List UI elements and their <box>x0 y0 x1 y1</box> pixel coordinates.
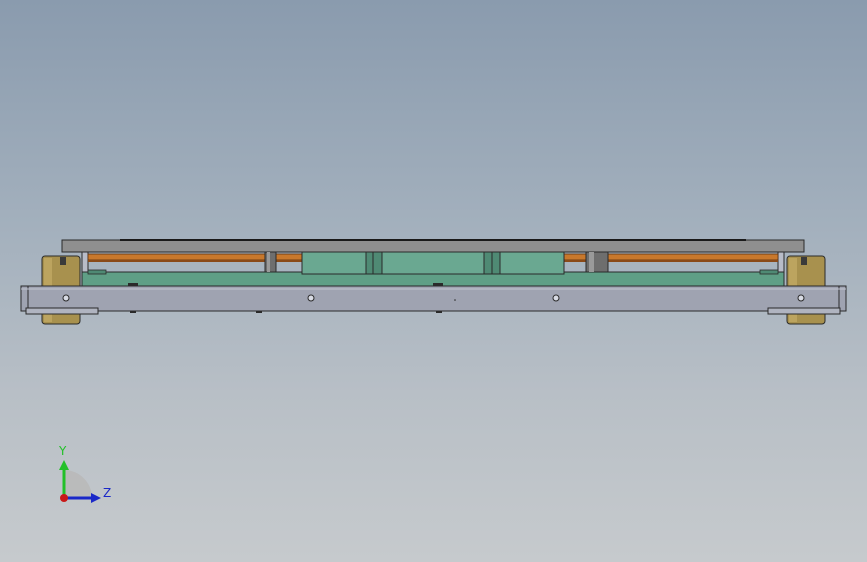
steel-pin-right[interactable] <box>585 251 609 273</box>
assembly-model[interactable] <box>20 239 847 325</box>
steel-pin-left[interactable] <box>264 251 277 273</box>
graphics-viewport[interactable]: Y Z <box>0 0 867 562</box>
base-frame[interactable] <box>20 283 847 315</box>
left-post[interactable] <box>81 251 89 275</box>
x-axis-dot <box>60 494 68 502</box>
model-canvas[interactable]: Y Z <box>0 0 867 562</box>
top-plate[interactable] <box>61 239 805 253</box>
z-axis-arrow <box>91 493 101 503</box>
orientation-triad[interactable]: Y Z <box>58 444 111 503</box>
base-hole-4[interactable] <box>797 294 805 302</box>
right-post[interactable] <box>777 251 785 275</box>
z-axis-label: Z <box>103 486 111 500</box>
base-hole-2[interactable] <box>307 294 315 302</box>
y-axis-label: Y <box>58 444 67 458</box>
base-hole-1[interactable] <box>62 294 70 302</box>
y-axis-arrow <box>59 460 69 470</box>
base-hole-3[interactable] <box>552 294 560 302</box>
triad-quadrant <box>64 470 92 498</box>
